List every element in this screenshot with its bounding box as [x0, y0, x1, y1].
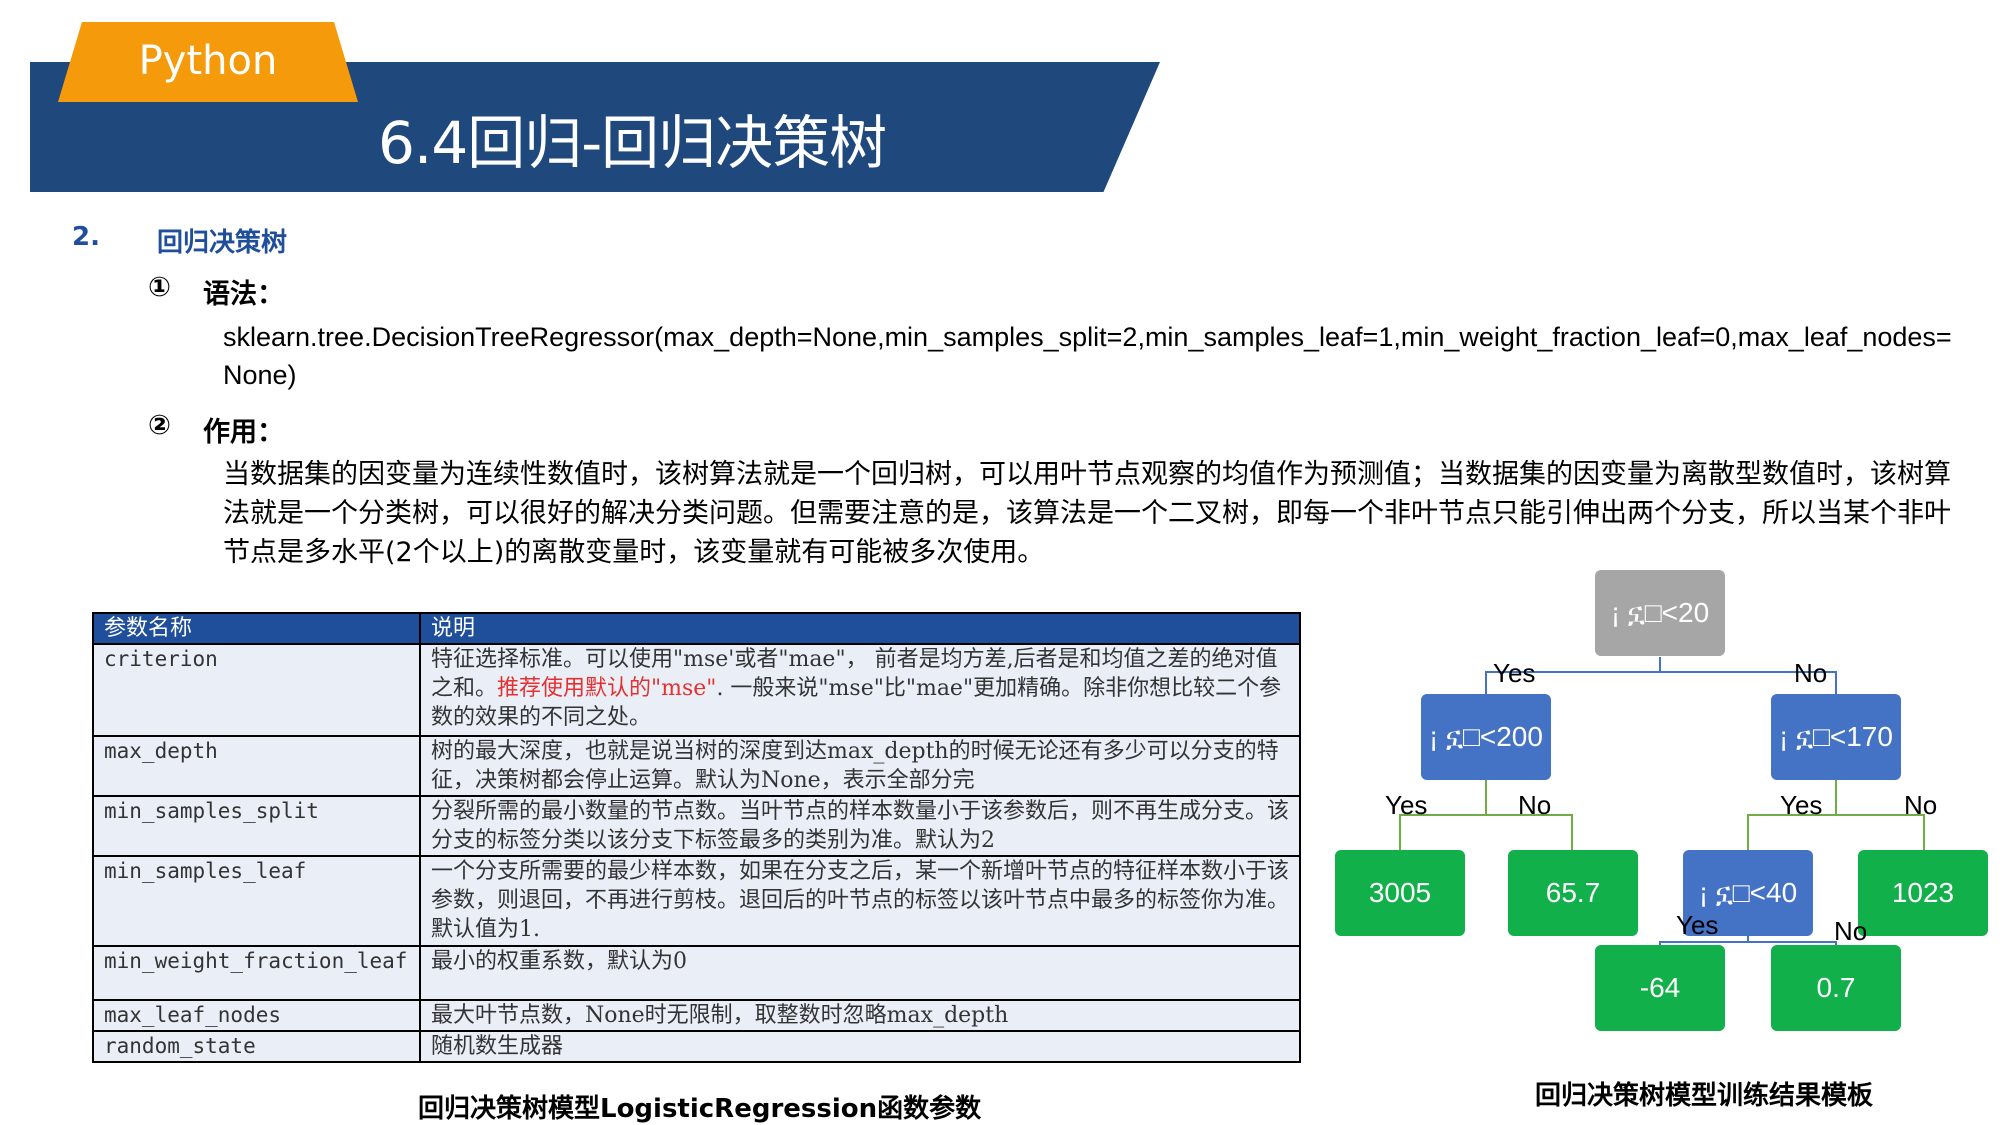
- tree-node-leaf: -64: [1595, 945, 1725, 1031]
- tree-node-leaf: 1023: [1858, 850, 1988, 936]
- edge-label-yes: Yes: [1676, 910, 1719, 940]
- page-title: 6.4回归-回归决策树: [378, 109, 887, 177]
- param-desc: 特征选择标准。可以使用"mse'或者"mae"， 前者是均方差,后者是和均值之差…: [419, 643, 1301, 737]
- param-name: max_depth: [92, 735, 421, 797]
- table-row: max_leaf_nodes 最大叶节点数，None时无限制，取整数时忽略max…: [92, 999, 1301, 1032]
- table-row: max_depth 树的最大深度，也就是说当树的深度到达max_depth的时候…: [92, 735, 1301, 797]
- header-tab: Python: [58, 22, 358, 102]
- header-tab-label: Python: [138, 38, 278, 84]
- param-name: min_weight_fraction_leaf: [92, 945, 421, 1001]
- param-desc: 一个分支所需要的最少样本数，如果在分支之后，某一个新增叶节点的特征样本数小于该参…: [419, 855, 1301, 947]
- param-desc: 随机数生成器: [419, 1030, 1301, 1063]
- syntax-mark: ①: [148, 272, 171, 303]
- table-header-name: 参数名称: [92, 612, 421, 645]
- edge-label-no: No: [1794, 658, 1828, 688]
- usage-mark: ②: [148, 410, 171, 441]
- table-row: min_weight_fraction_leaf 最小的权重系数，默认为0: [92, 945, 1301, 1001]
- edge-label-yes: Yes: [1493, 658, 1536, 688]
- usage-title: 作用：: [203, 417, 284, 448]
- table-header-row: 参数名称 说明: [92, 612, 1301, 645]
- param-desc-highlight: 推荐使用默认的"mse": [497, 676, 717, 701]
- table-row: min_samples_leaf 一个分支所需要的最少样本数，如果在分支之后，某…: [92, 855, 1301, 947]
- param-name: random_state: [92, 1030, 421, 1063]
- tree-node-leaf: 3005: [1335, 850, 1465, 936]
- tree-node-split: ¡ ኗ□<200: [1421, 694, 1551, 780]
- table-row: random_state 随机数生成器: [92, 1030, 1301, 1063]
- param-desc: 最小的权重系数，默认为0: [419, 945, 1301, 1001]
- table-row: criterion 特征选择标准。可以使用"mse'或者"mae"， 前者是均方…: [92, 643, 1301, 737]
- syntax-code: sklearn.tree.DecisionTreeRegressor(max_d…: [223, 322, 1952, 390]
- tree-node-leaf: 65.7: [1508, 850, 1638, 936]
- edge-label-yes: Yes: [1780, 790, 1823, 820]
- tree-caption: 回归决策树模型训练结果模板: [1535, 1081, 1874, 1111]
- section-title: 回归决策树: [157, 228, 288, 258]
- param-desc: 分裂所需的最小数量的节点数。当叶节点的样本数量小于该参数后，则不再生成分支。该分…: [419, 795, 1301, 857]
- param-desc: 树的最大深度，也就是说当树的深度到达max_depth的时候无论还有多少可以分支…: [419, 735, 1301, 797]
- edge-label-no: No: [1904, 790, 1938, 820]
- tree-node-leaf: 0.7: [1771, 945, 1901, 1031]
- parameter-table: 参数名称 说明 criterion 特征选择标准。可以使用"mse'或者"mae…: [92, 612, 1301, 1063]
- param-name: max_leaf_nodes: [92, 999, 421, 1032]
- section-number: 2.: [72, 222, 100, 252]
- tree-node-root: ¡ ኗ□<20: [1595, 570, 1725, 656]
- edge-label-no: No: [1834, 916, 1868, 946]
- usage-text: 当数据集的因变量为连续性数值时，该树算法就是一个回归树，可以用叶节点观察的均值作…: [223, 459, 1951, 568]
- tree-node-split: ¡ ኗ□<170: [1771, 694, 1901, 780]
- table-caption: 回归决策树模型LogisticRegression函数参数: [418, 1094, 982, 1124]
- table-header-desc: 说明: [419, 612, 1301, 645]
- edge-label-no: No: [1518, 790, 1552, 820]
- param-name: criterion: [92, 643, 421, 737]
- param-name: min_samples_leaf: [92, 855, 421, 947]
- param-desc: 最大叶节点数，None时无限制，取整数时忽略max_depth: [419, 999, 1301, 1032]
- edge-label-yes: Yes: [1385, 790, 1428, 820]
- param-name: min_samples_split: [92, 795, 421, 857]
- syntax-title: 语法：: [203, 279, 284, 310]
- table-row: min_samples_split 分裂所需的最小数量的节点数。当叶节点的样本数…: [92, 795, 1301, 857]
- edge-root: [1485, 657, 1837, 694]
- edge-right: [1747, 780, 1925, 850]
